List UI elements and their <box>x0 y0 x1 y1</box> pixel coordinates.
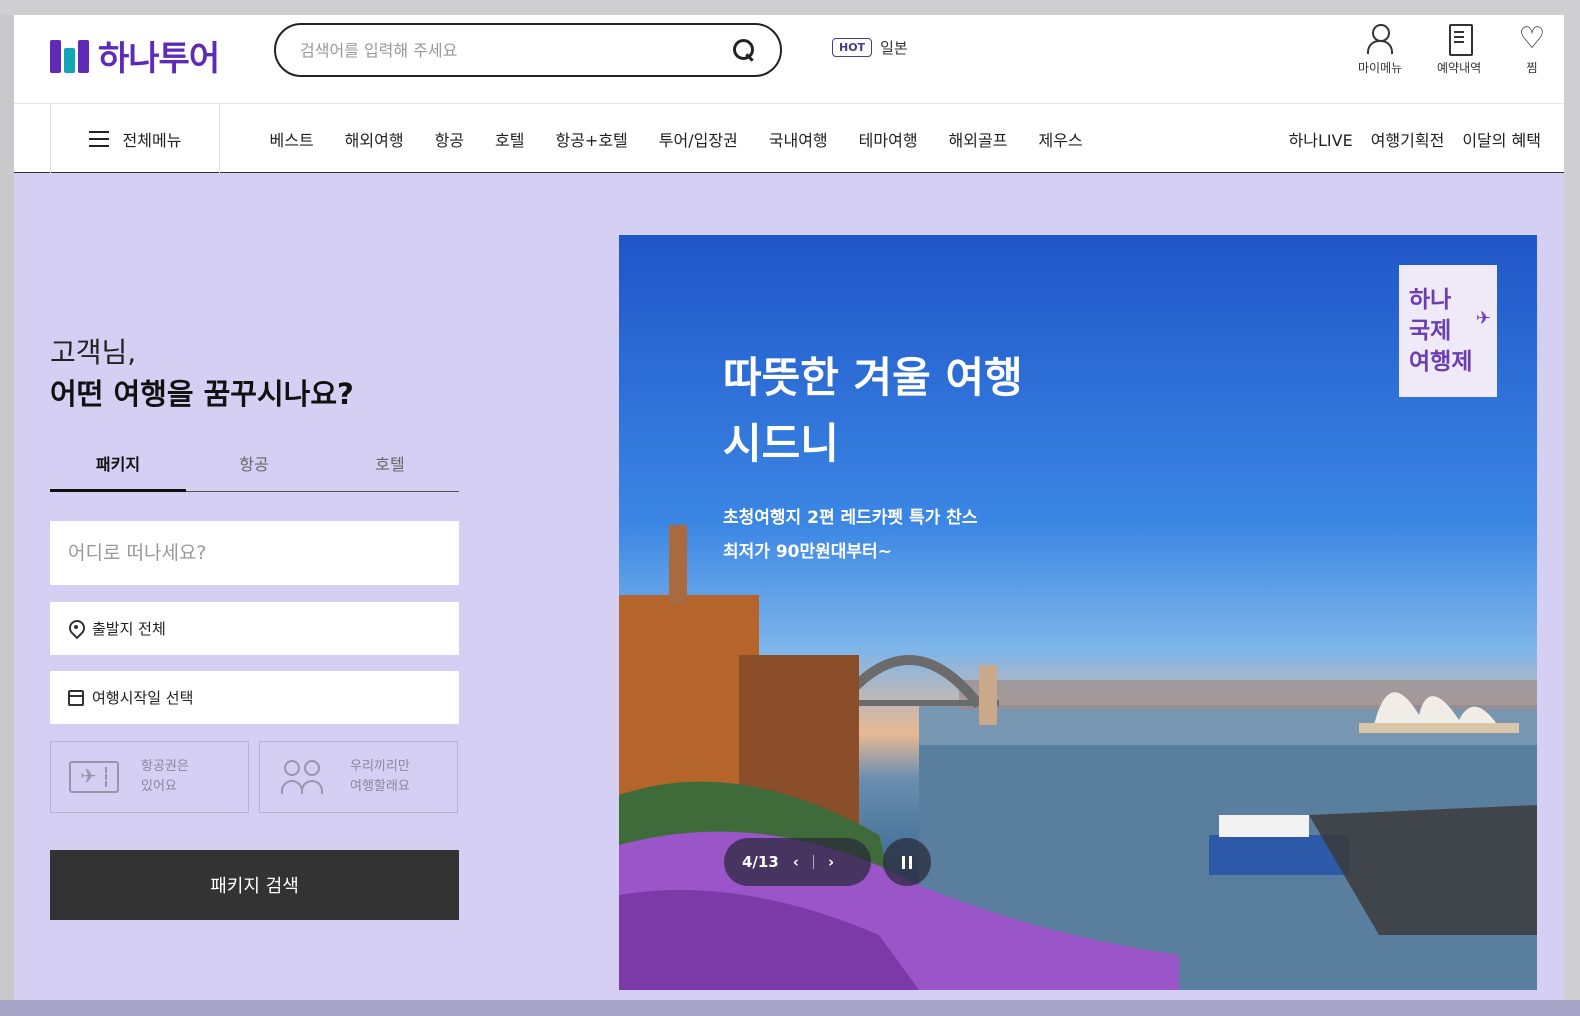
nav-item-promotions[interactable]: 여행기획전 <box>1362 127 1454 151</box>
nav-item-hotel[interactable]: 호텔 <box>480 127 540 151</box>
start-date-picker[interactable]: 여행시작일 선택 <box>50 671 459 724</box>
departure-value: 출발지 전체 <box>92 620 166 638</box>
search-input[interactable] <box>300 40 732 60</box>
departure-select[interactable]: 출발지 전체 <box>50 602 459 655</box>
pager-divider <box>812 855 814 869</box>
nav-item-best[interactable]: 베스트 <box>254 127 329 151</box>
festival-stamp: 하나 국제 여행제 ✈ <box>1399 265 1497 397</box>
main-nav: 전체메뉴 베스트 해외여행 항공 호텔 항공+호텔 투어/입장권 국내여행 테마… <box>14 103 1564 174</box>
reservations-label: 예약내역 <box>1437 61 1482 75</box>
nav-item-golf[interactable]: 해외골프 <box>933 127 1023 151</box>
logo[interactable]: 하나투어 <box>50 31 220 80</box>
nav-item-theme[interactable]: 테마여행 <box>843 127 933 151</box>
nav-item-monthly-benefits[interactable]: 이달의 혜택 <box>1453 127 1550 151</box>
search-bar[interactable] <box>274 23 782 77</box>
option-private-group-label: 우리끼리만 여행할래요 <box>350 759 410 794</box>
hot-keyword[interactable]: HOT 일본 <box>832 37 908 58</box>
promo-banner[interactable]: 따뜻한 겨울 여행 시드니 초청여행지 2편 레드카펫 특가 찬스 최저가 90… <box>619 235 1537 990</box>
nav-item-zeus[interactable]: 제우스 <box>1023 127 1098 151</box>
logo-mark-icon <box>50 38 90 74</box>
hot-keyword-text[interactable]: 일본 <box>880 37 908 58</box>
wishlist-button[interactable]: ♡ 찜 <box>1516 23 1548 76</box>
nav-item-overseas[interactable]: 해외여행 <box>329 127 419 151</box>
pause-icon <box>902 855 905 869</box>
destination-input[interactable] <box>68 542 441 564</box>
tab-package[interactable]: 패키지 <box>50 447 186 492</box>
tab-flight[interactable]: 항공 <box>186 447 322 491</box>
nav-right-items: 하나LIVE 여행기획전 이달의 혜택 <box>1280 104 1550 174</box>
overlay-bottom-edge <box>0 1000 1580 1016</box>
wishlist-label: 찜 <box>1526 61 1538 75</box>
overlay-right-edge <box>1564 0 1580 1016</box>
start-date-value: 여행시작일 선택 <box>92 689 194 707</box>
airplane-icon: ✈ <box>1475 308 1491 329</box>
option-have-flight-label: 항공권은 있어요 <box>141 759 189 794</box>
calendar-icon <box>68 689 84 706</box>
my-menu-label: 마이메뉴 <box>1358 61 1403 75</box>
reservations-button[interactable]: 예약내역 <box>1437 23 1481 76</box>
overlay-top-edge <box>0 0 1580 15</box>
all-menu-label: 전체메뉴 <box>122 131 182 150</box>
destination-field[interactable] <box>50 521 459 585</box>
banner-pager: 4/13 ‹ › <box>724 838 871 886</box>
option-have-flight[interactable]: 항공권은 있어요 <box>50 741 249 813</box>
greeting-line2: 어떤 여행을 꿈꾸시나요? <box>50 377 354 411</box>
hamburger-icon <box>88 131 109 147</box>
user-menu-icon <box>1364 23 1396 55</box>
logo-text: 하나투어 <box>98 39 220 79</box>
option-private-group[interactable]: 우리끼리만 여행할래요 <box>259 741 458 813</box>
tab-hotel[interactable]: 호텔 <box>322 447 458 491</box>
people-icon <box>278 760 328 794</box>
nav-item-domestic[interactable]: 국내여행 <box>753 127 843 151</box>
next-slide-icon[interactable]: › <box>828 853 834 871</box>
greeting-line1: 고객님, <box>50 336 137 369</box>
nav-items: 베스트 해외여행 항공 호텔 항공+호텔 투어/입장권 국내여행 테마여행 해외… <box>254 104 1098 174</box>
search-tabs: 패키지 항공 호텔 <box>50 447 459 492</box>
banner-subtitle: 초청여행지 2편 레드카펫 특가 찬스 최저가 90만원대부터~ <box>723 508 978 562</box>
hot-badge: HOT <box>832 38 873 57</box>
document-icon <box>1443 23 1475 56</box>
my-menu-button[interactable]: 마이메뉴 <box>1358 23 1402 76</box>
nav-item-hana-live[interactable]: 하나LIVE <box>1280 127 1362 151</box>
heart-icon: ♡ <box>1518 21 1546 56</box>
location-pin-icon <box>68 620 84 638</box>
pause-button[interactable] <box>883 838 931 886</box>
page-indicator: 4/13 <box>742 853 779 871</box>
nav-item-tour-tickets[interactable]: 투어/입장권 <box>643 127 753 151</box>
banner-title: 따뜻한 겨울 여행 시드니 <box>723 353 1023 468</box>
nav-item-flight-hotel[interactable]: 항공+호텔 <box>540 127 643 151</box>
prev-slide-icon[interactable]: ‹ <box>793 853 799 871</box>
flight-ticket-icon <box>69 761 119 793</box>
nav-item-flight[interactable]: 항공 <box>419 127 479 151</box>
package-search-button[interactable]: 패키지 검색 <box>50 850 459 920</box>
search-icon[interactable] <box>732 38 756 62</box>
page: 하나투어 HOT 일본 마이메뉴 예약내역 ♡ 찜 전체메뉴 베스트 <box>14 15 1564 1000</box>
all-menu-button[interactable]: 전체메뉴 <box>50 104 220 174</box>
header: 하나투어 HOT 일본 마이메뉴 예약내역 ♡ 찜 <box>14 15 1564 103</box>
